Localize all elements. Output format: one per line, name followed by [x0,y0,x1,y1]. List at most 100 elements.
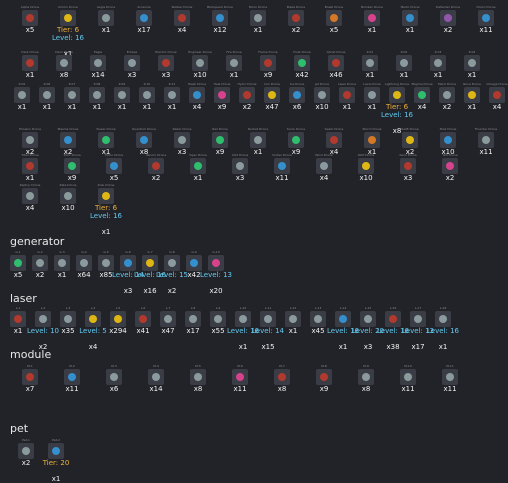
item-icon[interactable] [186,255,202,271]
item-icon[interactable] [148,369,164,385]
item-icon[interactable] [136,132,152,148]
item-icon[interactable] [90,55,106,71]
item-icon[interactable] [18,443,34,459]
item-icon[interactable] [389,87,405,103]
item-icon[interactable] [478,10,494,26]
item-icon[interactable] [14,87,30,103]
item-icon[interactable] [106,369,122,385]
item-icon[interactable] [235,311,251,327]
item-icon[interactable] [98,255,114,271]
item-icon[interactable] [190,158,206,174]
item-icon[interactable] [98,188,114,204]
item-icon[interactable] [226,55,242,71]
item-icon[interactable] [358,369,374,385]
item-icon[interactable] [440,132,456,148]
item-icon[interactable] [106,158,122,174]
item-icon[interactable] [288,10,304,26]
item-icon[interactable] [489,87,505,103]
item-icon[interactable] [328,55,344,71]
item-icon[interactable] [314,87,330,103]
item-icon[interactable] [316,369,332,385]
item-icon[interactable] [289,87,305,103]
item-icon[interactable] [364,132,380,148]
item-icon[interactable] [60,132,76,148]
item-icon[interactable] [464,55,480,71]
item-icon[interactable] [22,10,38,26]
item-icon[interactable] [385,311,401,327]
item-icon[interactable] [274,369,290,385]
item-icon[interactable] [440,10,456,26]
item-icon[interactable] [60,188,76,204]
item-icon[interactable] [22,158,38,174]
item-icon[interactable] [54,255,70,271]
item-icon[interactable] [22,132,38,148]
item-icon[interactable] [442,158,458,174]
item-icon[interactable] [316,158,332,174]
item-icon[interactable] [260,311,276,327]
item-icon[interactable] [264,87,280,103]
item-icon[interactable] [400,369,416,385]
item-icon[interactable] [250,132,266,148]
item-icon[interactable] [478,132,494,148]
item-icon[interactable] [430,55,446,71]
item-icon[interactable] [189,87,205,103]
item-icon[interactable] [139,87,155,103]
item-icon[interactable] [164,87,180,103]
item-icon[interactable] [442,369,458,385]
item-icon[interactable] [192,55,208,71]
item-icon[interactable] [364,87,380,103]
item-icon[interactable] [239,87,255,103]
item-icon[interactable] [135,311,151,327]
item-icon[interactable] [435,311,451,327]
item-icon[interactable] [98,10,114,26]
item-icon[interactable] [110,311,126,327]
item-icon[interactable] [285,311,301,327]
item-icon[interactable] [402,10,418,26]
item-icon[interactable] [60,10,76,26]
item-icon[interactable] [414,87,430,103]
item-icon[interactable] [158,55,174,71]
item-icon[interactable] [185,311,201,327]
item-icon[interactable] [164,255,180,271]
item-icon[interactable] [60,311,76,327]
item-icon[interactable] [232,158,248,174]
item-icon[interactable] [326,10,342,26]
item-icon[interactable] [250,10,266,26]
item-icon[interactable] [326,132,342,148]
item-icon[interactable] [400,158,416,174]
item-icon[interactable] [85,311,101,327]
item-icon[interactable] [260,55,276,71]
item-icon[interactable] [310,311,326,327]
item-icon[interactable] [22,55,38,71]
item-icon[interactable] [294,55,310,71]
item-icon[interactable] [64,87,80,103]
item-icon[interactable] [160,311,176,327]
item-icon[interactable] [174,132,190,148]
item-icon[interactable] [214,87,230,103]
item-icon[interactable] [212,132,228,148]
item-icon[interactable] [232,369,248,385]
item-icon[interactable] [212,10,228,26]
item-icon[interactable] [464,87,480,103]
item-icon[interactable] [358,158,374,174]
item-icon[interactable] [32,255,48,271]
item-icon[interactable] [98,132,114,148]
item-icon[interactable] [136,10,152,26]
item-icon[interactable] [339,87,355,103]
item-icon[interactable] [142,255,158,271]
item-icon[interactable] [56,55,72,71]
item-icon[interactable] [35,311,51,327]
item-icon[interactable] [10,255,26,271]
item-icon[interactable] [364,10,380,26]
item-icon[interactable] [22,369,38,385]
item-icon[interactable] [124,55,140,71]
item-icon[interactable] [288,132,304,148]
item-icon[interactable] [76,255,92,271]
item-icon[interactable] [410,311,426,327]
item-icon[interactable] [48,443,64,459]
item-icon[interactable] [190,369,206,385]
item-icon[interactable] [439,87,455,103]
item-icon[interactable] [120,255,136,271]
item-icon[interactable] [174,10,190,26]
item-icon[interactable] [396,55,412,71]
